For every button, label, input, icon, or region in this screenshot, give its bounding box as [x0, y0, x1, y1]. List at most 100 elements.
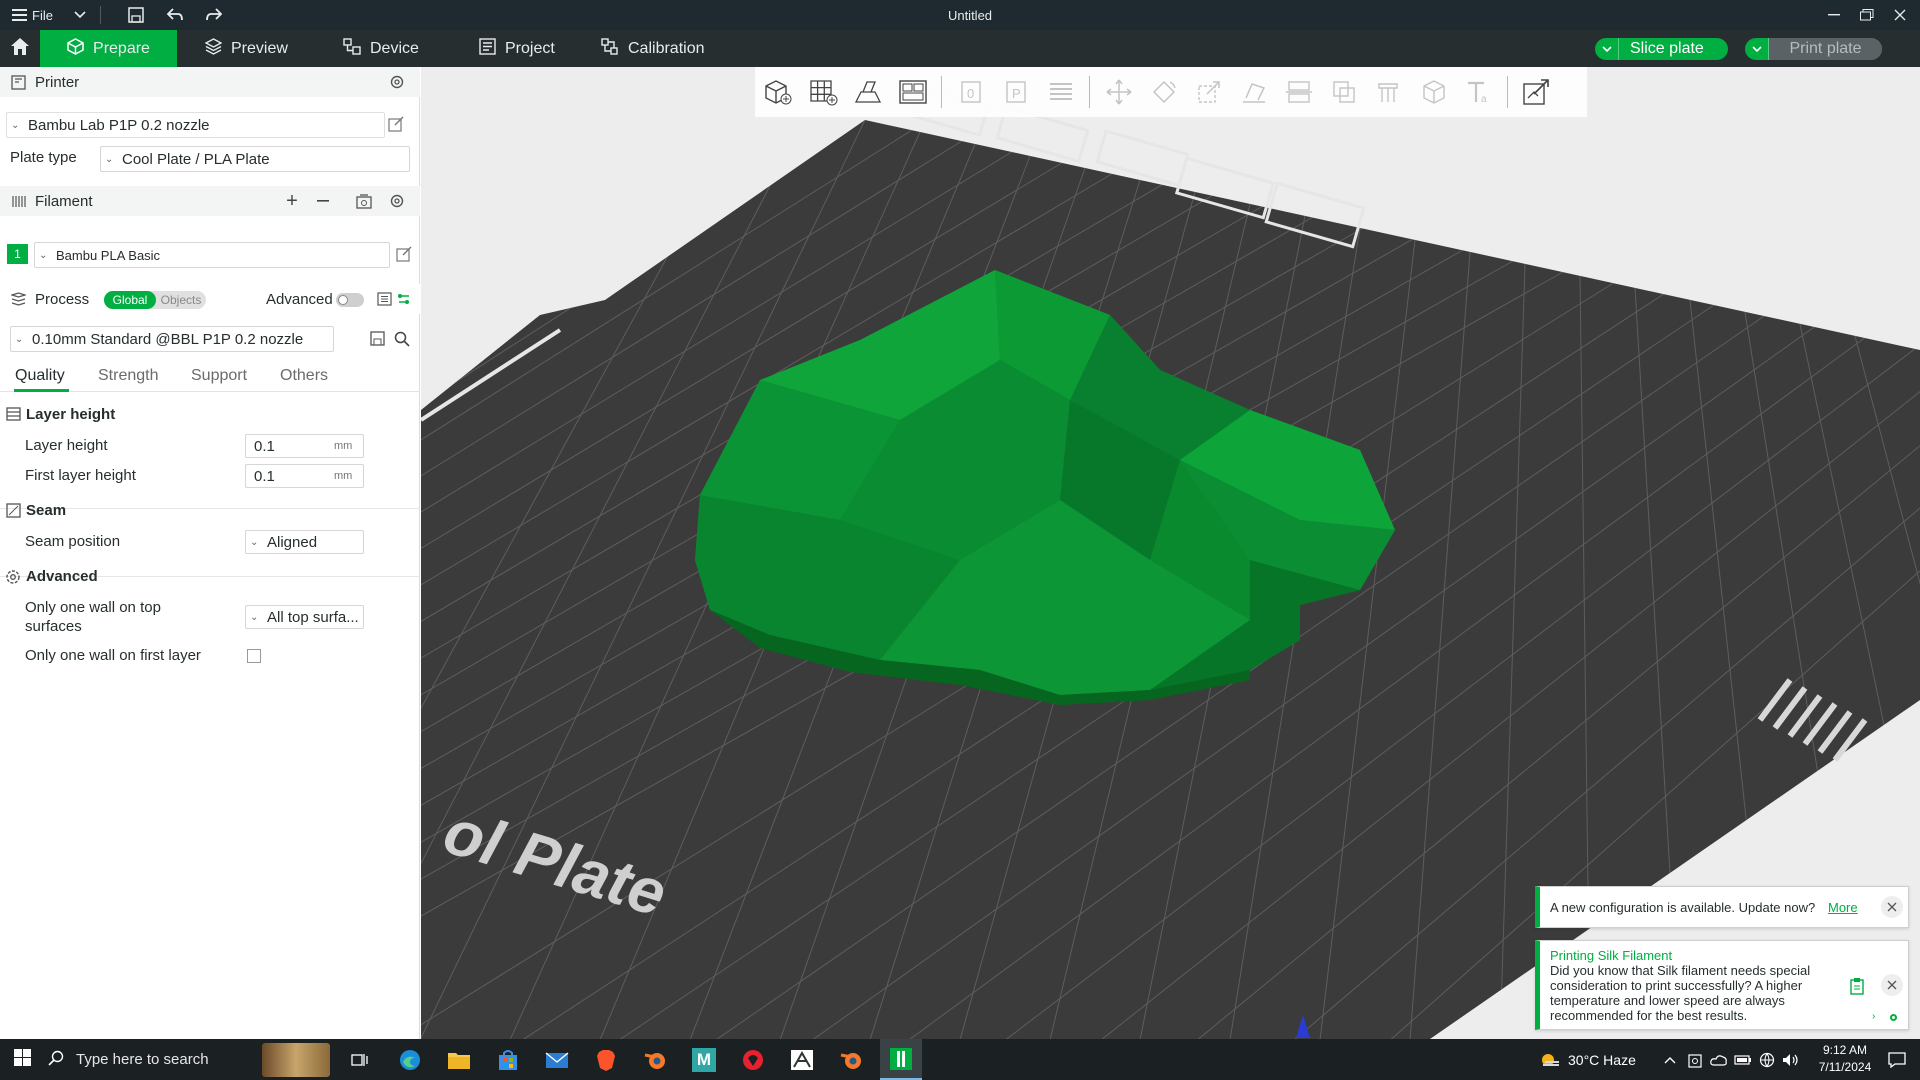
layers-editing-icon[interactable]: [1038, 72, 1083, 112]
edge-icon[interactable]: [392, 1039, 428, 1080]
gear-icon[interactable]: [388, 193, 406, 209]
cut-icon[interactable]: [1276, 72, 1321, 112]
tray-app-icon[interactable]: [1684, 1039, 1706, 1080]
save-preset-icon[interactable]: [370, 331, 385, 346]
minus-icon[interactable]: [314, 200, 332, 202]
auto-orient-icon[interactable]: [845, 72, 890, 112]
notification-center-icon[interactable]: [1880, 1039, 1914, 1080]
add-object-icon[interactable]: [755, 72, 800, 112]
chevron-down-icon[interactable]: [1745, 38, 1769, 60]
toggle-global[interactable]: Global: [104, 291, 156, 309]
svg-text:a: a: [1481, 94, 1487, 105]
rotate-icon[interactable]: [1141, 72, 1186, 112]
app-figure-icon[interactable]: [784, 1039, 820, 1080]
search-highlight-image[interactable]: [258, 1039, 334, 1080]
home-button[interactable]: [0, 30, 40, 67]
plate-type-select[interactable]: ⌄ Cool Plate / PLA Plate: [100, 146, 410, 172]
filament-slot-badge[interactable]: 1: [7, 244, 28, 264]
home-icon: [10, 37, 30, 61]
advanced-switch[interactable]: [336, 293, 364, 307]
slice-plate-button[interactable]: Slice plate: [1595, 38, 1728, 60]
filament-sync-icon[interactable]: [355, 193, 373, 209]
blender-icon-2[interactable]: [833, 1039, 869, 1080]
edit-icon[interactable]: [388, 116, 404, 132]
list-icon[interactable]: [376, 292, 392, 306]
mail-icon[interactable]: [539, 1039, 575, 1080]
split-objects-icon[interactable]: 0: [948, 72, 993, 112]
filament-preset-select[interactable]: ⌄ Bambu PLA Basic: [34, 242, 390, 268]
blender-icon[interactable]: [637, 1039, 673, 1080]
move-icon[interactable]: [1096, 72, 1141, 112]
weather-text[interactable]: 30°C Haze: [1568, 1039, 1648, 1080]
config-more-link[interactable]: More: [1828, 900, 1858, 915]
top-wall-value: All top surfa...: [267, 608, 359, 626]
seam-paint-icon[interactable]: [1411, 72, 1456, 112]
filament-preset-value: Bambu PLA Basic: [56, 247, 161, 263]
gear-icon[interactable]: [388, 74, 406, 90]
compare-icon[interactable]: [396, 292, 412, 306]
tip-title[interactable]: Printing Silk Filament: [1550, 948, 1672, 963]
autodesk-m-icon[interactable]: M: [686, 1039, 722, 1080]
boolean-icon[interactable]: [1321, 72, 1366, 112]
bambu-studio-taskbar-icon[interactable]: [880, 1039, 922, 1080]
save-icon[interactable]: [126, 0, 146, 30]
config-update-text: A new configuration is available. Update…: [1550, 900, 1816, 915]
battery-icon[interactable]: [1732, 1039, 1754, 1080]
assembly-view-icon[interactable]: [1514, 72, 1559, 112]
taskbar-search[interactable]: Type here to search: [48, 1039, 248, 1080]
chevron-up-icon[interactable]: [1660, 1039, 1680, 1080]
lay-on-face-icon[interactable]: [1231, 72, 1276, 112]
redo-icon[interactable]: [204, 0, 224, 30]
toggle-objects[interactable]: Objects: [158, 291, 204, 309]
text-tool-icon[interactable]: a: [1456, 72, 1501, 112]
tab-others[interactable]: Others: [280, 367, 328, 385]
start-button[interactable]: [0, 1039, 44, 1080]
clipboard-icon[interactable]: [1850, 977, 1864, 995]
tab-calibration[interactable]: Calibration: [601, 30, 704, 67]
global-objects-toggle[interactable]: Global Objects: [104, 291, 206, 309]
network-icon[interactable]: [1756, 1039, 1778, 1080]
file-explorer-icon[interactable]: [441, 1039, 477, 1080]
close-icon[interactable]: [1881, 974, 1903, 996]
scale-icon[interactable]: [1186, 72, 1231, 112]
file-menu-button[interactable]: File: [12, 0, 58, 30]
add-plate-icon[interactable]: [800, 72, 845, 112]
task-view-icon[interactable]: [345, 1039, 375, 1080]
tab-preview[interactable]: Preview: [204, 30, 288, 67]
arrange-icon[interactable]: [890, 72, 935, 112]
first-layer-height-input[interactable]: 0.1 mm: [245, 464, 364, 488]
minimize-icon[interactable]: [1822, 0, 1846, 30]
tab-quality[interactable]: Quality: [15, 367, 65, 385]
tab-device-label: Device: [370, 39, 419, 57]
split-parts-icon[interactable]: P: [993, 72, 1038, 112]
tab-device[interactable]: Device: [343, 30, 419, 67]
undo-icon[interactable]: [165, 0, 185, 30]
tab-support[interactable]: Support: [191, 367, 247, 385]
chevron-down-icon[interactable]: [72, 0, 88, 30]
plus-icon[interactable]: +: [283, 190, 301, 213]
restore-icon[interactable]: [1855, 0, 1879, 30]
edit-icon[interactable]: [396, 246, 412, 262]
chevron-down-icon[interactable]: [1595, 38, 1619, 60]
tab-project[interactable]: Project: [479, 30, 555, 67]
volume-icon[interactable]: [1780, 1039, 1802, 1080]
brave-icon[interactable]: [588, 1039, 624, 1080]
store-icon[interactable]: [490, 1039, 526, 1080]
printer-preset-select[interactable]: ⌄ Bambu Lab P1P 0.2 nozzle: [6, 112, 385, 138]
print-plate-button[interactable]: Print plate: [1745, 38, 1882, 60]
tab-prepare[interactable]: Prepare: [40, 30, 177, 67]
cloud-icon[interactable]: [1708, 1039, 1730, 1080]
support-paint-icon[interactable]: [1366, 72, 1411, 112]
search-icon[interactable]: [394, 331, 410, 347]
seam-position-select[interactable]: ⌄ Aligned: [245, 530, 364, 554]
process-preset-select[interactable]: ⌄ 0.10mm Standard @BBL P1P 0.2 nozzle: [10, 326, 334, 352]
tab-strength[interactable]: Strength: [98, 367, 158, 385]
chevron-right-icon[interactable]: ›: [1872, 1011, 1875, 1022]
clock[interactable]: 9:12 AM 7/11/2024: [1810, 1042, 1880, 1078]
close-icon[interactable]: [1881, 896, 1903, 918]
layer-height-input[interactable]: 0.1 mm: [245, 434, 364, 458]
top-wall-select[interactable]: ⌄ All top surfa...: [245, 605, 364, 629]
first-layer-wall-checkbox[interactable]: [247, 649, 261, 663]
app-heart-icon[interactable]: [735, 1039, 771, 1080]
close-window-icon[interactable]: [1888, 0, 1912, 30]
